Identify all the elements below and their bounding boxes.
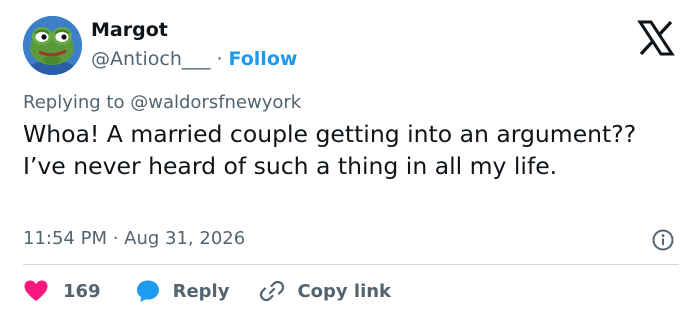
like-button[interactable]: 169 <box>23 278 101 304</box>
reply-label: Reply <box>172 280 230 302</box>
copy-link-label: Copy link <box>297 280 392 302</box>
x-logo-icon[interactable] <box>636 18 676 58</box>
author-name[interactable]: Margot <box>91 19 168 41</box>
tweet-text: Whoa! A married couple getting into an a… <box>23 120 637 180</box>
speech-bubble-icon <box>135 278 161 304</box>
timestamp[interactable]: 11:54 PM · Aug 31, 2026 <box>23 228 245 249</box>
follow-button[interactable]: Follow <box>229 48 298 70</box>
reply-button[interactable]: Reply <box>135 278 230 304</box>
frog-avatar-icon <box>23 16 82 75</box>
info-icon[interactable] <box>652 229 674 251</box>
replying-mention[interactable]: @waldorsfnewyork <box>130 92 301 113</box>
like-count: 169 <box>63 280 101 302</box>
heart-icon <box>23 278 49 304</box>
action-bar: 169 Reply Copy link <box>23 276 391 306</box>
link-icon <box>259 278 285 304</box>
replying-to: Replying to @waldorsfnewyork <box>23 92 301 113</box>
avatar[interactable] <box>23 16 82 75</box>
replying-prefix: Replying to <box>23 92 125 113</box>
handle-row: @Antioch___ · Follow <box>91 48 297 70</box>
divider <box>23 264 679 265</box>
separator-dot: · <box>216 48 223 70</box>
copy-link-button[interactable]: Copy link <box>259 278 391 304</box>
author-handle[interactable]: @Antioch___ <box>91 48 210 70</box>
